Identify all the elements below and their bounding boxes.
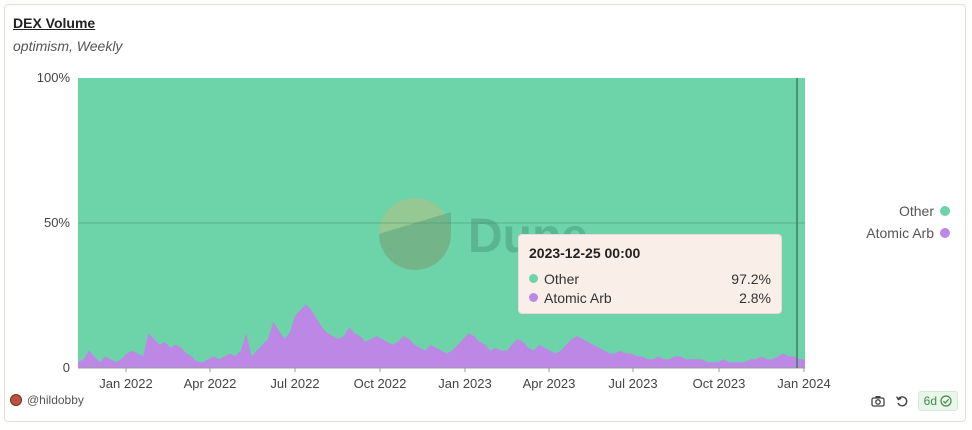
x-tick-label-8: Jan 2024 [777, 376, 831, 391]
legend-item-other[interactable]: Other [866, 200, 950, 222]
x-tick-label-4: Jan 2023 [438, 376, 492, 391]
refresh-badge[interactable]: 6d [917, 391, 958, 411]
author[interactable]: @hildobby [10, 393, 84, 407]
tooltip-name-other: Other [544, 270, 580, 287]
y-tick-label-2: 100% [37, 70, 71, 85]
x-tick-label-3: Oct 2022 [354, 376, 407, 391]
x-tick-label-1: Apr 2022 [184, 376, 237, 391]
legend-label-atomic-arb: Atomic Arb [866, 225, 934, 241]
chart-tooltip: 2023-12-25 00:00 Other 97.2% Atomic Arb … [518, 234, 782, 314]
tooltip-dot-atomic-arb [529, 293, 538, 302]
legend-dot-atomic-arb [940, 228, 950, 238]
tooltip-value-atomic-arb: 2.8% [739, 289, 771, 306]
tooltip-date: 2023-12-25 00:00 [529, 245, 641, 261]
x-tick-label-2: Jul 2022 [270, 376, 319, 391]
legend-dot-other [940, 206, 950, 216]
legend: Other Atomic Arb [866, 200, 950, 244]
tooltip-row-other: Other 97.2% [529, 269, 771, 288]
check-circle-icon [940, 395, 952, 407]
x-tick-label-7: Oct 2023 [693, 376, 746, 391]
chart-footer-actions: 6d [870, 391, 958, 411]
legend-item-atomic-arb[interactable]: Atomic Arb [866, 222, 950, 244]
refresh-icon[interactable] [894, 393, 910, 409]
tooltip-row-atomic-arb: Atomic Arb 2.8% [529, 288, 771, 307]
tooltip-value-other: 97.2% [731, 270, 771, 287]
legend-label-other: Other [898, 203, 934, 219]
x-tick-label-6: Jul 2023 [608, 376, 657, 391]
refresh-badge-label: 6d [923, 394, 937, 408]
area-chart[interactable]: Dune050%100%Jan 2022Apr 2022Jul 2022Oct … [0, 0, 972, 430]
y-tick-label-0: 0 [63, 360, 70, 375]
tooltip-name-atomic-arb: Atomic Arb [544, 289, 612, 306]
camera-icon[interactable] [870, 393, 886, 409]
author-handle: @hildobby [27, 393, 84, 407]
y-tick-label-1: 50% [44, 215, 70, 230]
x-tick-label-5: Apr 2023 [523, 376, 576, 391]
tooltip-dot-other [529, 274, 538, 283]
avatar [10, 394, 22, 406]
x-tick-label-0: Jan 2022 [99, 376, 153, 391]
